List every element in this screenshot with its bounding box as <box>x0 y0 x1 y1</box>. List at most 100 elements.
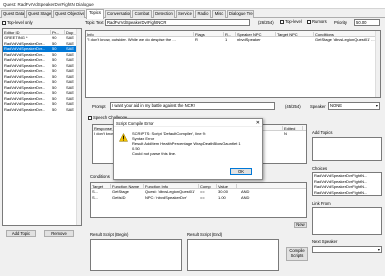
tab-quest-objectives[interactable]: Quest Objectives <box>53 10 85 18</box>
result-begin-editor[interactable] <box>90 239 182 271</box>
value-cell: 30.00 <box>218 189 229 194</box>
editor-id-cell: RadVdVdSpeakerDvr... <box>4 68 46 73</box>
chevron-down-icon: ▾ <box>377 247 380 252</box>
col-info[interactable]: Info <box>86 31 194 37</box>
tab-radio[interactable]: Radio <box>195 10 211 18</box>
col-editor-id[interactable]: Editor ID <box>3 29 51 35</box>
chevron-down-icon: ▾ <box>375 103 378 108</box>
flags-cell: R <box>195 37 198 42</box>
function-info-cell: NPC: 'nbvdSpeakerDvr' <box>145 194 187 200</box>
tab-bar: Quest Data Quest Stages Quest Objectives To… <box>0 9 385 19</box>
table-row[interactable]: S... GetIsID NPC: 'nbvdSpeakerDvr' == 1.00 AN… <box>91 195 303 201</box>
priority-cell: 50 <box>52 79 57 84</box>
comp-cell: == <box>200 194 205 200</box>
editor-id-cell: RadVdVdSpeakerDvr... <box>4 101 46 106</box>
result-end-editor[interactable] <box>187 239 279 271</box>
editor-id-cell: RadVdVdSpeakerDvr... <box>4 84 46 90</box>
topic-list-scrollbar[interactable] <box>76 29 81 225</box>
topic-text-input[interactable]: RadFvrVdSpeakerDvrFightNCR <box>105 19 250 26</box>
checkbox-box[interactable] <box>88 115 92 120</box>
tab-quest-data[interactable]: Quest Data <box>1 10 25 18</box>
tab-combat[interactable]: Combat <box>132 10 152 18</box>
editor-id-cell: RadVdVdSpeakerDvr... <box>4 46 46 51</box>
editor-id-cell: RadVdVdSpeakerDvr... <box>4 73 46 79</box>
link-from-list[interactable] <box>312 207 382 235</box>
editor-id-cell: RadVdVdSpeakerDvr... <box>4 40 46 46</box>
add-topics-list[interactable] <box>312 137 382 161</box>
list-item[interactable]: RadVdVdSpeakerDvr... 50 SAE <box>3 107 78 113</box>
result-end-label: Result Script (End) <box>187 232 223 237</box>
add-topics-label: Add Topics <box>312 130 333 135</box>
col-priority[interactable]: Pr... <box>51 29 65 35</box>
toplevel-only-checkbox[interactable]: Top-level only <box>2 20 33 25</box>
col-edited[interactable]: Edited <box>283 125 303 131</box>
priority-cell: 50 <box>52 106 57 112</box>
priority-input[interactable]: 50.00 <box>354 19 380 26</box>
speaker-label: Speaker <box>310 104 326 109</box>
topic-text-count: (26/254) <box>258 20 274 25</box>
col-comp[interactable]: Comp <box>199 183 217 189</box>
dialog-message-line: Could not parse this line. <box>132 151 177 156</box>
add-topic-button[interactable]: Add Topic <box>6 230 36 237</box>
priority-cell: 50 <box>52 62 57 68</box>
tab-conversation[interactable]: Conversation <box>105 10 131 18</box>
tab-misc[interactable]: Misc <box>212 10 226 18</box>
ok-button[interactable]: OK <box>230 168 252 175</box>
checkbox-box[interactable] <box>280 19 284 24</box>
new-condition-button[interactable]: New <box>294 222 307 228</box>
priority-cell: 50 <box>52 95 57 101</box>
prompt-input[interactable]: I want your aid in my battle against the… <box>110 102 275 110</box>
info-cell: "I don't know, outsider. While we do des… <box>87 37 176 42</box>
conditions-list-header: Target Function Name Function Info Comp … <box>91 183 306 189</box>
list-item[interactable]: RadVdVdSpeakerDvrFightN... <box>313 190 381 196</box>
checkbox-box[interactable] <box>307 19 311 24</box>
col-speaker-npc[interactable]: Speaker NPC <box>236 31 276 37</box>
target-cell: S... <box>92 194 99 200</box>
speaker-select[interactable]: NONE ▾ <box>328 102 380 110</box>
tab-topics[interactable]: Topics <box>86 9 104 19</box>
editor-id-cell: RadVdVdSpeakerDvr... <box>4 79 46 84</box>
target-cell: S... <box>92 189 99 194</box>
info-list[interactable]: Info Flags R... Speaker NPC Target NPC C… <box>85 30 381 98</box>
table-row[interactable]: "I don't know, outsider. While we do des… <box>86 37 376 43</box>
result-begin-label: Result Script (Begin) <box>90 232 129 237</box>
prompt-count: (45/254) <box>285 104 301 109</box>
col-function-name[interactable]: Function Name <box>111 183 144 189</box>
tab-detection[interactable]: Detection <box>153 10 175 18</box>
col-flags[interactable]: Flags <box>194 31 224 37</box>
col-function-info[interactable]: Function Info <box>144 183 199 189</box>
compile-error-dialog: Script Compile Error ✕ SCRIPTS: Script '… <box>113 118 263 180</box>
topic-list[interactable]: Editor ID Pr... Dup GREETING * 90 SAE RadVd… <box>2 28 82 226</box>
compile-scripts-button[interactable]: Compile Scripts <box>286 247 308 261</box>
col-target[interactable]: Target <box>91 183 111 189</box>
andor-cell: AND <box>241 189 250 194</box>
info-list-header: Info Flags R... Speaker NPC Target NPC C… <box>86 31 380 37</box>
priority-cell: 90 <box>52 35 57 40</box>
col-r[interactable]: R... <box>224 31 236 37</box>
next-speaker-select[interactable]: ▾ <box>312 246 382 253</box>
rumors-label: Rumors <box>312 19 327 24</box>
col-value[interactable]: Value <box>217 183 237 189</box>
checkbox-box[interactable] <box>2 20 6 25</box>
info-list-scrollbar[interactable] <box>375 31 380 97</box>
conditions-list[interactable]: Target Function Name Function Info Comp … <box>90 182 307 218</box>
remove-topic-button[interactable]: Remove <box>44 230 74 237</box>
tab-quest-stages[interactable]: Quest Stages <box>26 10 52 18</box>
priority-label: Priority <box>334 20 348 25</box>
col-target-npc[interactable]: Target NPC <box>276 31 314 37</box>
title-bar: Quest: RadFvrVdSpeakerDvrFightN Dialogue <box>0 0 385 9</box>
rumors-checkbox[interactable]: Rumors <box>307 19 327 24</box>
col-conditions[interactable]: Conditions <box>314 31 376 37</box>
close-icon[interactable]: ✕ <box>256 120 260 126</box>
toplevel-label: Top-level <box>285 19 302 24</box>
priority-cell: 50 <box>52 68 57 73</box>
priority-cell: 50 <box>52 57 57 62</box>
choices-list[interactable]: RadVdVdSpeakerDvrFightN... RadVdVdSpeaker… <box>312 172 382 196</box>
conditions-label: Conditions <box>90 174 110 179</box>
conditions-cell: GetStage 'dbvsLegionQuest01' ... <box>315 37 375 42</box>
toplevel-checkbox[interactable]: Top-level <box>280 19 302 24</box>
tab-service[interactable]: Service <box>176 10 194 18</box>
priority-cell: 50 <box>52 40 57 46</box>
toplevel-only-label: Top-level only <box>7 20 33 25</box>
tab-dialogue-tree[interactable]: Dialogue Tree <box>227 10 254 18</box>
